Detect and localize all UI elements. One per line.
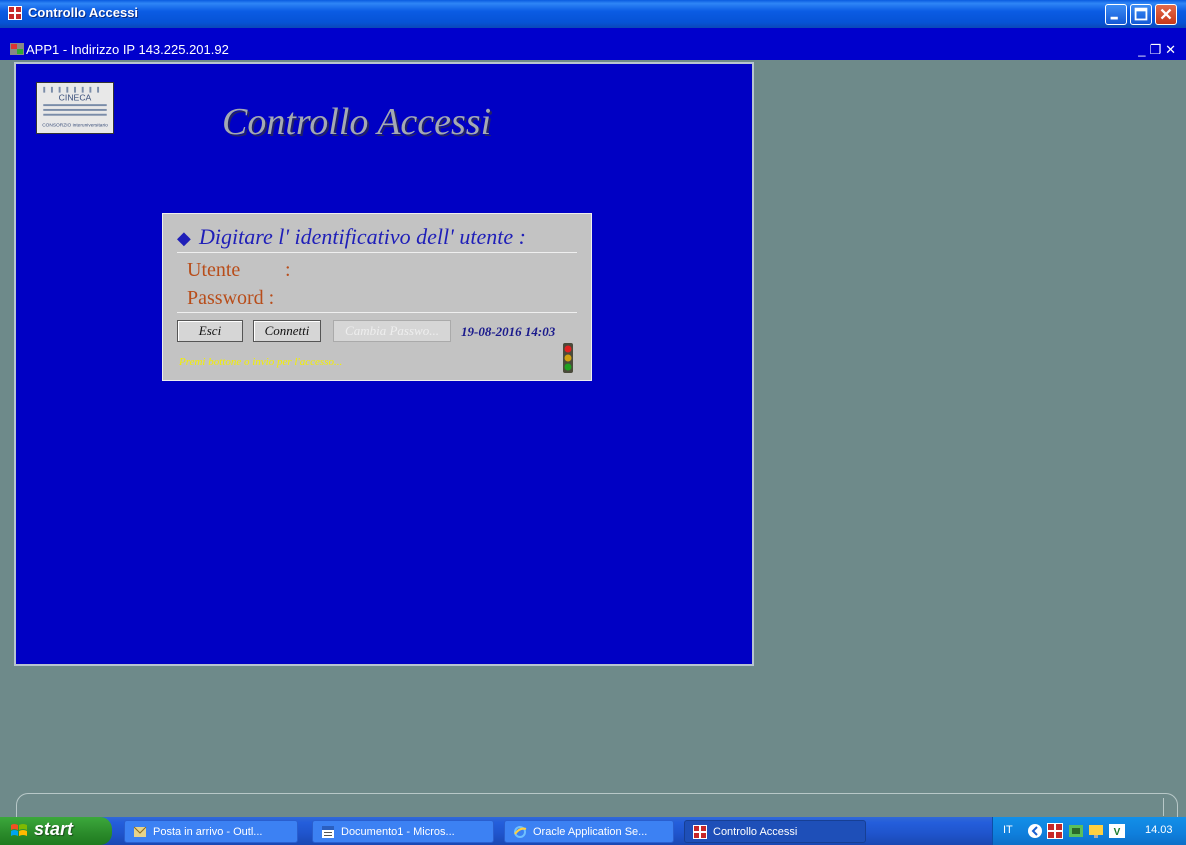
login-dialog: ◆ Digitare l' identificativo dell' utente… <box>162 213 592 381</box>
monitor-icon <box>1089 825 1103 838</box>
mdi-window-controls[interactable]: _❐✕ <box>1138 42 1180 58</box>
taskbar-item-word[interactable]: Documento1 - Micros... <box>312 820 494 843</box>
taskbar-item-controllo-accessi[interactable]: Controllo Accessi <box>684 820 866 843</box>
close-button[interactable] <box>1155 4 1177 25</box>
outlook-icon <box>133 826 147 837</box>
window-title: Controllo Accessi <box>28 5 139 20</box>
start-label: start <box>34 819 74 839</box>
maximize-icon <box>1134 7 1148 21</box>
divider <box>177 252 577 253</box>
divider <box>177 312 577 313</box>
task-label: Documento1 - Micros... <box>341 826 455 838</box>
app-tray-icon <box>1047 823 1063 839</box>
close-icon <box>1160 8 1172 20</box>
antivirus-icon: V <box>1109 824 1125 838</box>
status-hint: Premi bottone o invio per l'accesso... <box>179 356 343 368</box>
taskbar: start Posta in arrivo - Outl... Document… <box>0 817 1186 845</box>
start-button[interactable]: start <box>0 817 112 845</box>
password-label: Password : <box>187 287 275 309</box>
datetime-display: 19-08-2016 14:03 <box>461 324 556 339</box>
clock[interactable]: 14.03 <box>1145 824 1173 836</box>
language-indicator[interactable]: IT <box>1003 824 1013 836</box>
word-document-icon <box>322 826 334 838</box>
main-panel: CINECA CONSORZIO interuniversitario Cont… <box>14 62 754 666</box>
login-prompt: ◆ Digitare l' identificativo dell' utente… <box>177 224 526 250</box>
connetti-button[interactable]: Connetti <box>253 320 321 342</box>
user-label: Utente : <box>187 259 291 282</box>
task-label: Posta in arrivo - Outl... <box>153 826 263 838</box>
internet-explorer-icon <box>514 826 527 838</box>
window-titlebar[interactable]: Controllo Accessi <box>0 0 1186 28</box>
app-icon <box>693 825 707 839</box>
network-icon <box>1069 825 1083 837</box>
login-prompt-text: Digitare l' identificativo dell' utente … <box>199 224 526 249</box>
svg-text:V: V <box>1114 827 1121 838</box>
show-hidden-icons-icon[interactable] <box>1027 823 1043 839</box>
task-label: Controllo Accessi <box>713 826 798 838</box>
app-heading: Controllo Accessi <box>222 101 492 143</box>
cineca-logo-image: CINECA CONSORZIO interuniversitario <box>37 83 113 133</box>
mdi-child-bar: APP1 - Indirizzo IP 143.225.201.92 _❐✕ <box>0 28 1186 60</box>
mdi-window-title: APP1 - Indirizzo IP 143.225.201.92 <box>26 42 229 57</box>
logo-text-bottom: CONSORZIO interuniversitario <box>42 122 108 128</box>
logo-text-top: CINECA <box>59 92 92 102</box>
mdi-restore-icon[interactable]: ❐ <box>1149 42 1165 57</box>
minimize-icon <box>1110 16 1118 20</box>
taskbar-item-oracle[interactable]: Oracle Application Se... <box>504 820 674 843</box>
system-tray: IT V 14.03 <box>992 817 1186 845</box>
mdi-close-icon[interactable]: ✕ <box>1165 42 1180 57</box>
task-label: Oracle Application Se... <box>533 826 648 838</box>
tray-icons[interactable]: V <box>1047 822 1139 840</box>
cineca-logo: CINECA CONSORZIO interuniversitario <box>36 82 114 134</box>
horizontal-scroll-area[interactable] <box>16 793 1178 817</box>
user-label-colon: : <box>285 259 291 281</box>
traffic-light-icon <box>563 343 573 373</box>
minimize-button[interactable] <box>1105 4 1127 25</box>
mdi-minimize-icon[interactable]: _ <box>1138 42 1149 57</box>
taskbar-item-outlook[interactable]: Posta in arrivo - Outl... <box>124 820 298 843</box>
scroll-handle[interactable] <box>1163 798 1171 816</box>
maximize-button[interactable] <box>1130 4 1152 25</box>
user-label-text: Utente <box>187 259 241 281</box>
diamond-icon: ◆ <box>177 228 191 248</box>
cambia-password-button[interactable]: Cambia Passwo... <box>333 320 451 342</box>
app-icon <box>8 6 22 20</box>
windows-flag-icon <box>11 824 27 836</box>
esci-button[interactable]: Esci <box>177 320 243 342</box>
app-window-icon <box>10 43 24 55</box>
